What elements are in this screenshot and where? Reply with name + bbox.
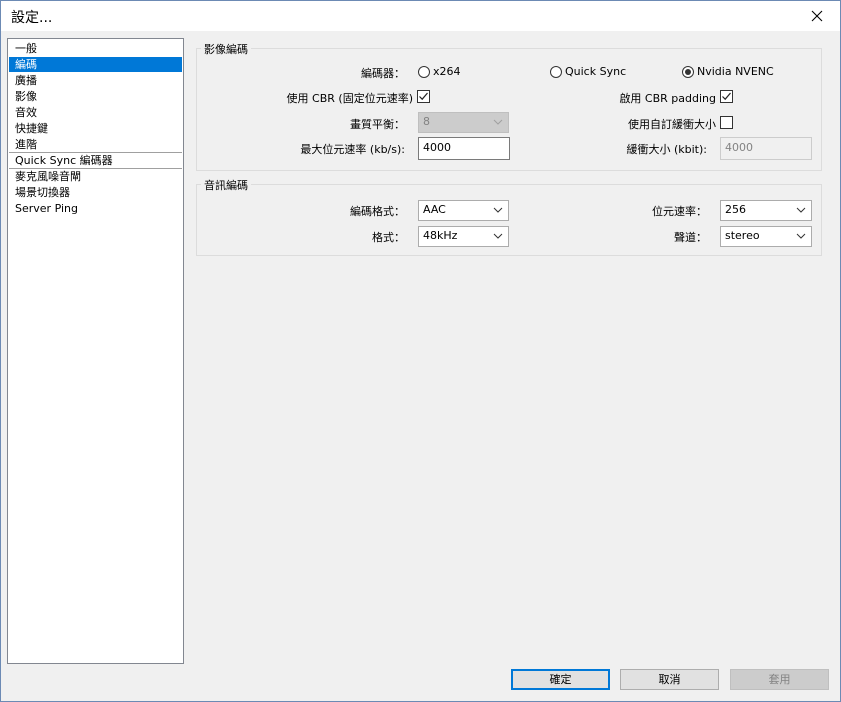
checkbox-icon xyxy=(720,90,733,103)
close-icon xyxy=(811,10,823,22)
format-label: 格式： xyxy=(372,231,405,244)
close-button[interactable] xyxy=(794,1,840,31)
audio-codec-dropdown[interactable]: AAC xyxy=(418,200,509,221)
nav-item-encoding[interactable]: 編碼 xyxy=(9,57,182,72)
nav-item-server-ping[interactable]: Server Ping xyxy=(9,201,182,216)
checkbox-icon xyxy=(417,90,430,103)
radio-button-icon xyxy=(550,65,562,78)
nav-item-audio[interactable]: 音效 xyxy=(9,105,182,120)
quality-balance-label: 畫質平衡： xyxy=(350,118,405,131)
checkbox-icon xyxy=(720,116,733,129)
audio-codec-value: AAC xyxy=(423,203,446,216)
quality-balance-value: 8 xyxy=(423,115,430,128)
buffer-size-input[interactable]: 4000 xyxy=(720,137,812,160)
max-bitrate-input[interactable]: 4000 xyxy=(418,137,510,160)
channel-label: 聲道： xyxy=(674,231,707,244)
title-bar: 設定... xyxy=(1,1,840,31)
chevron-down-icon xyxy=(796,207,806,213)
window-title: 設定... xyxy=(11,10,53,26)
chevron-down-icon xyxy=(493,207,503,213)
quality-balance-dropdown[interactable]: 8 xyxy=(418,112,509,133)
use-cbr-label: 使用 CBR (固定位元速率) xyxy=(286,92,413,105)
encoder-radio-nvenc[interactable]: Nvidia NVENC xyxy=(682,65,774,78)
nav-item-quick-sync-encoder[interactable]: Quick Sync 編碼器 xyxy=(9,153,182,168)
audio-channel-dropdown[interactable]: stereo xyxy=(720,226,812,247)
audio-format-dropdown[interactable]: 48kHz xyxy=(418,226,509,247)
codec-label: 編碼格式： xyxy=(350,205,405,218)
audio-format-value: 48kHz xyxy=(423,229,458,242)
chevron-down-icon xyxy=(796,233,806,239)
settings-window: 設定... 一般 編碼 廣播 影像 音效 快捷鍵 進階 Quick Sync 編… xyxy=(0,0,841,702)
video-encoding-title: 影像編碼 xyxy=(201,41,251,57)
use-cbr-checkbox[interactable] xyxy=(417,90,430,103)
audio-bitrate-dropdown[interactable]: 256 xyxy=(720,200,812,221)
ok-button[interactable]: 確定 xyxy=(511,669,610,690)
cbr-padding-label: 啟用 CBR padding xyxy=(619,92,716,105)
buffer-size-label: 緩衝大小 (kbit): xyxy=(626,143,707,156)
radio-button-icon xyxy=(418,65,430,78)
encoder-option-label: Quick Sync xyxy=(565,65,627,78)
apply-button[interactable]: 套用 xyxy=(730,669,829,690)
max-bitrate-label: 最大位元速率 (kb/s): xyxy=(300,143,405,156)
checkmark-icon xyxy=(722,92,731,101)
encoder-radio-quick-sync[interactable]: Quick Sync xyxy=(550,65,626,78)
chevron-down-icon xyxy=(493,233,503,239)
custom-buffer-label: 使用自訂緩衝大小 xyxy=(628,118,716,131)
nav-item-video[interactable]: 影像 xyxy=(9,89,182,104)
settings-category-list[interactable]: 一般 編碼 廣播 影像 音效 快捷鍵 進階 Quick Sync 編碼器 麥克風… xyxy=(7,38,184,664)
chevron-down-icon xyxy=(493,119,503,125)
encoder-label: 編碼器： xyxy=(361,67,405,80)
encoder-option-label: x264 xyxy=(433,65,461,78)
audio-bitrate-label: 位元速率： xyxy=(652,205,707,218)
nav-item-hotkeys[interactable]: 快捷鍵 xyxy=(9,121,182,136)
audio-encoding-title: 音訊編碼 xyxy=(201,177,251,193)
cancel-button[interactable]: 取消 xyxy=(620,669,719,690)
nav-item-mic-noise-gate[interactable]: 麥克風噪音閘 xyxy=(9,169,182,184)
cbr-padding-checkbox[interactable] xyxy=(720,90,733,103)
nav-item-broadcast[interactable]: 廣播 xyxy=(9,73,182,88)
nav-item-scene-switcher[interactable]: 場景切換器 xyxy=(9,185,182,200)
radio-selected-icon xyxy=(682,65,694,78)
custom-buffer-checkbox[interactable] xyxy=(720,116,733,129)
nav-item-general[interactable]: 一般 xyxy=(9,41,182,56)
encoder-radio-x264[interactable]: x264 xyxy=(418,65,461,78)
audio-channel-value: stereo xyxy=(725,229,760,242)
encoder-option-label: Nvidia NVENC xyxy=(697,65,774,78)
checkmark-icon xyxy=(419,92,428,101)
audio-bitrate-value: 256 xyxy=(725,203,746,216)
nav-item-advanced[interactable]: 進階 xyxy=(9,137,182,152)
